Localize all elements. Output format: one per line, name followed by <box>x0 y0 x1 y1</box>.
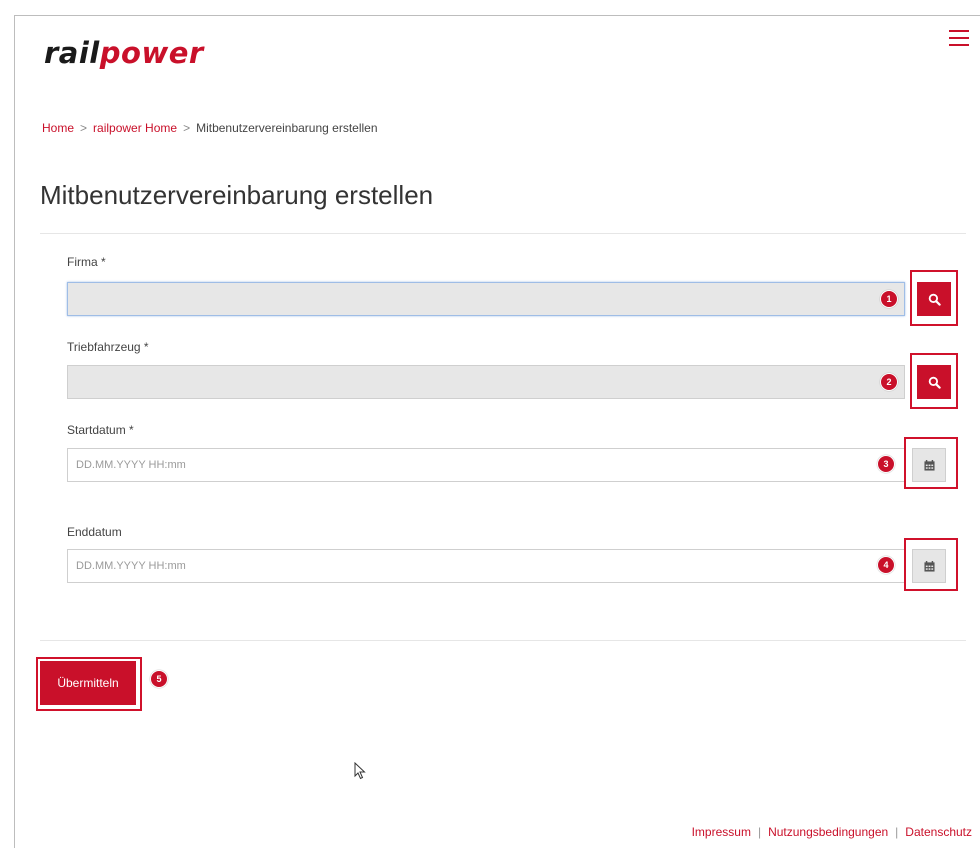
calendar-icon <box>923 560 935 572</box>
breadcrumb-separator: > <box>183 121 191 135</box>
menu-bar <box>949 30 969 32</box>
logo-power: power <box>99 36 204 70</box>
footer-nutzungsbedingungen-link[interactable]: Nutzungsbedingungen <box>768 825 888 839</box>
hamburger-menu-icon[interactable] <box>949 30 969 46</box>
page-title: Mitbenutzervereinbarung erstellen <box>40 180 434 210</box>
startdatum-calendar-button[interactable] <box>912 448 946 482</box>
footer-links: Impressum | Nutzungsbedingungen | Datenschut… <box>692 825 972 839</box>
enddatum-input[interactable] <box>67 549 905 583</box>
step-marker-3: 3 <box>877 455 895 473</box>
enddatum-calendar-button[interactable] <box>912 549 946 583</box>
footer-datenschutz-link[interactable]: Datenschutz <box>905 825 972 839</box>
divider-bottom <box>40 640 966 641</box>
cursor-icon <box>354 762 366 780</box>
breadcrumb: Home > railpower Home > Mitbenutzervereinbar… <box>42 121 378 135</box>
step-marker-1: 1 <box>880 290 898 308</box>
divider-top <box>40 233 966 234</box>
footer-impressum-link[interactable]: Impressum <box>692 825 751 839</box>
menu-bar <box>949 44 969 46</box>
startdatum-label: Startdatum * <box>67 423 134 437</box>
logo-rail: rail <box>44 36 100 70</box>
breadcrumb-current: Mitbenutzervereinbarung erstellen <box>196 121 378 135</box>
firma-search-button[interactable] <box>917 282 951 316</box>
firma-label: Firma * <box>67 255 106 269</box>
submit-button[interactable]: Übermitteln <box>40 661 136 705</box>
page-frame <box>14 15 980 848</box>
breadcrumb-home[interactable]: Home <box>42 121 74 135</box>
calendar-icon <box>923 459 935 471</box>
menu-bar <box>949 37 969 39</box>
breadcrumb-railpower-home[interactable]: railpower Home <box>93 121 177 135</box>
footer-separator: | <box>757 825 762 839</box>
startdatum-input[interactable] <box>67 448 905 482</box>
triebfahrzeug-search-button[interactable] <box>917 365 951 399</box>
search-icon <box>928 293 941 306</box>
enddatum-label: Enddatum <box>67 525 122 539</box>
step-marker-2: 2 <box>880 373 898 391</box>
railpower-logo[interactable]: railpower <box>44 36 204 70</box>
step-marker-4: 4 <box>877 556 895 574</box>
triebfahrzeug-label: Triebfahrzeug * <box>67 340 149 354</box>
footer-separator: | <box>895 825 899 839</box>
triebfahrzeug-input[interactable] <box>67 365 905 399</box>
step-marker-5: 5 <box>150 670 168 688</box>
breadcrumb-separator: > <box>80 121 88 135</box>
search-icon <box>928 376 941 389</box>
firma-input[interactable] <box>67 282 905 316</box>
